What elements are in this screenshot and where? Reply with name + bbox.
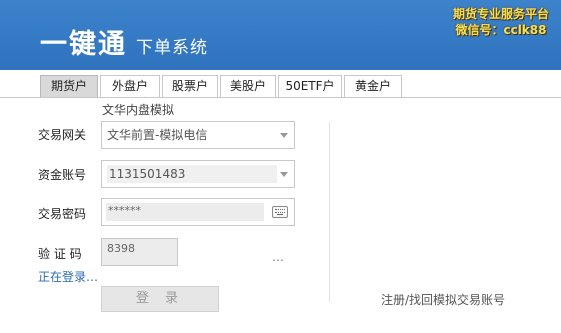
gateway-value: 文华前置-模拟电信 [107, 128, 208, 142]
tab-50etf[interactable]: 50ETF户 [278, 75, 342, 97]
password-value[interactable]: ****** [106, 203, 264, 221]
account-label: 资金账号 [38, 168, 87, 182]
app-subtitle: 下单系统 [136, 38, 208, 58]
gateway-label: 交易网关 [38, 128, 87, 142]
password-label: 交易密码 [38, 207, 87, 221]
tab-gold[interactable]: 黄金户 [344, 75, 402, 97]
app-title: 一键通 [40, 29, 127, 60]
tab-futures[interactable]: 期货户 [40, 75, 98, 97]
login-status: 正在登录… [38, 270, 99, 284]
app-header: 一键通 下单系统 期货专业服务平台 微信号：cclk88 [0, 0, 561, 70]
account-combobox[interactable]: 1131501483 [101, 160, 295, 188]
captcha-label: 验 证 码 [38, 247, 82, 261]
captcha-input[interactable]: 8398 [101, 238, 178, 266]
tab-us-stocks[interactable]: 美股户 [220, 75, 276, 97]
register-link[interactable]: 注册/找回模拟交易账号 [381, 291, 505, 308]
tab-foreign[interactable]: 外盘户 [100, 75, 160, 97]
server-subtitle: 文华内盘模拟 [102, 103, 175, 117]
promo-banner: 期货专业服务平台 微信号：cclk88 [453, 6, 549, 38]
account-type-tabs: 期货户 外盘户 股票户 美股户 50ETF户 黄金户 [0, 70, 561, 98]
promo-line-2: 微信号：cclk88 [455, 23, 547, 37]
tab-stocks[interactable]: 股票户 [162, 75, 218, 97]
login-button[interactable]: 登 录 [101, 286, 219, 312]
chevron-down-icon[interactable] [280, 172, 288, 177]
captcha-image[interactable]: … [272, 250, 285, 264]
chevron-down-icon[interactable] [280, 133, 288, 138]
password-field[interactable]: ****** [101, 198, 295, 226]
gateway-select[interactable]: 文华前置-模拟电信 [101, 121, 295, 149]
account-value[interactable]: 1131501483 [107, 165, 277, 183]
keyboard-icon[interactable] [272, 206, 288, 218]
vertical-divider [329, 122, 330, 302]
promo-line-1: 期货专业服务平台 [452, 7, 549, 21]
